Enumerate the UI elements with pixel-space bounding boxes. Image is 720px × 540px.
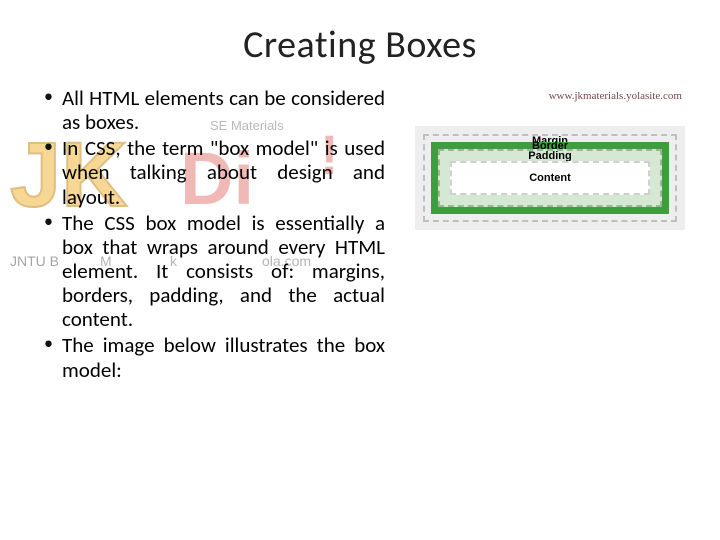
bullet-item: All HTML elements can be considered as b… (40, 86, 385, 134)
box-model-border: Border Padding Content (431, 142, 669, 214)
bullet-item: In CSS, the term "box model" is used whe… (40, 136, 385, 208)
slide: Creating Boxes JK Di ! JNTU B M k ola.co… (0, 22, 720, 540)
box-model-margin: Margin Border Padding Content (415, 126, 685, 230)
label-content: Content (529, 172, 571, 184)
bullet-item: The image below illustrates the box mode… (40, 333, 385, 381)
bullet-item: The CSS box model is essentially a box t… (40, 211, 385, 332)
box-model-diagram: Margin Border Padding Content (415, 126, 685, 230)
text-column: JK Di ! JNTU B M k ola.com SE Materials … (40, 86, 385, 384)
box-model-content: Content (450, 161, 650, 195)
image-column: www.jkmaterials.yolasite.com Margin Bord… (385, 86, 688, 230)
slide-title: Creating Boxes (0, 22, 720, 68)
slide-body: JK Di ! JNTU B M k ola.com SE Materials … (0, 86, 720, 384)
watermark-url: www.jkmaterials.yolasite.com (549, 90, 682, 102)
bullet-list: All HTML elements can be considered as b… (40, 86, 385, 382)
box-model-margin-inner: Margin Border Padding Content (423, 134, 677, 222)
box-model-padding: Padding Content (438, 149, 662, 207)
